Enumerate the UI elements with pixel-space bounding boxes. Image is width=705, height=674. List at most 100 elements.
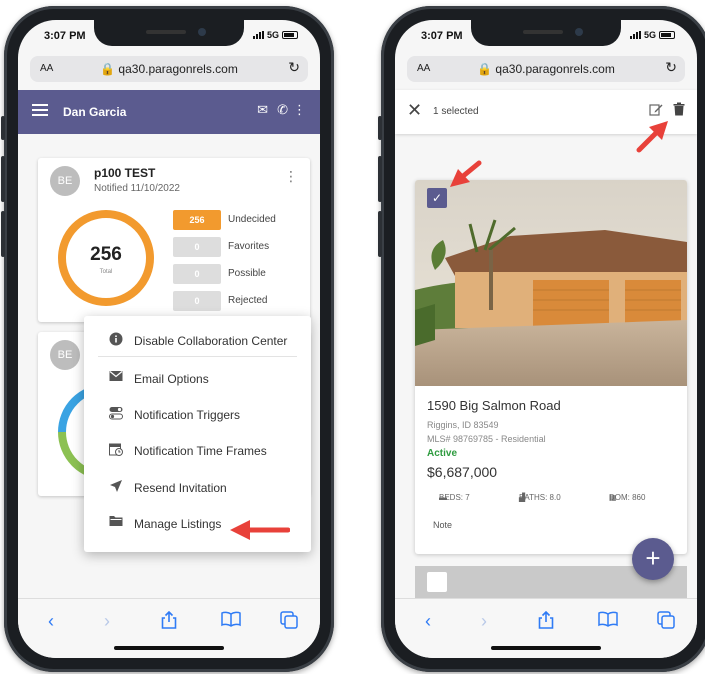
edit-note-icon[interactable] xyxy=(649,102,663,119)
annotation-arrow-checkbox xyxy=(450,160,482,187)
battery-icon xyxy=(659,31,675,39)
total-ring: 256 Total xyxy=(56,208,156,308)
tabs-icon[interactable] xyxy=(280,611,298,634)
back-icon[interactable]: ‹ xyxy=(425,611,431,632)
menu-item-disable-collaboration[interactable]: Disable Collaboration Center xyxy=(84,326,311,356)
phone-volume-down xyxy=(378,211,382,257)
listing-checkbox-2[interactable] xyxy=(427,572,447,592)
phone-left: 3:07 PM 5G AA 🔒 qa30.paragonrels.com ↻ D… xyxy=(1,6,334,672)
menu-item-label: Notification Triggers xyxy=(134,408,241,422)
tabs-icon[interactable] xyxy=(657,611,675,634)
reload-icon[interactable]: ↻ xyxy=(665,59,677,76)
share-icon[interactable] xyxy=(161,610,177,634)
listing-card[interactable]: ✓ 1590 Big Salmon Road Riggins, ID 83549… xyxy=(415,180,687,554)
annotation-arrow-manage-listings xyxy=(230,520,290,540)
listing-location: Riggins, ID 83549 xyxy=(427,420,499,430)
stat-label: Possible xyxy=(228,268,266,279)
card-title: p100 TEST xyxy=(94,166,156,180)
right-screen: 3:07 PM 5G AA 🔒 qa30.paragonrels.com ↻ ✕… xyxy=(395,20,697,658)
stat-box: 0 xyxy=(173,264,221,284)
listing-address[interactable]: 1590 Big Salmon Road xyxy=(427,398,561,413)
send-icon xyxy=(108,479,124,495)
signal-area: 5G xyxy=(252,30,298,40)
address-bar[interactable]: AA 🔒 qa30.paragonrels.com ↻ xyxy=(407,56,685,82)
stat-box: 256 xyxy=(173,210,221,230)
reload-icon[interactable]: ↻ xyxy=(288,59,300,76)
phone-icon[interactable]: ✆ xyxy=(277,102,288,118)
beds-value: BEDS: 7 xyxy=(439,493,470,502)
home-indicator xyxy=(491,646,601,650)
stat-box: 0 xyxy=(173,237,221,257)
mail-icon xyxy=(108,370,124,386)
add-fab-button[interactable]: + xyxy=(632,538,674,580)
menu-item-label: Manage Listings xyxy=(134,517,222,531)
user-name: Dan Garcia xyxy=(63,105,127,119)
menu-item-notification-triggers[interactable]: Notification Triggers xyxy=(84,400,311,430)
url-domain: qa30.paragonrels.com xyxy=(118,62,238,76)
forward-icon[interactable]: › xyxy=(481,611,487,632)
toggle-icon xyxy=(108,406,124,422)
signal-area: 5G xyxy=(629,30,675,40)
card-more-icon[interactable]: ⋮ xyxy=(284,168,298,185)
notch xyxy=(471,20,621,46)
browser-toolbar: ‹ › xyxy=(18,598,320,658)
menu-item-label: Disable Collaboration Center xyxy=(134,334,288,348)
stat-box: 0 xyxy=(173,291,221,311)
back-icon[interactable]: ‹ xyxy=(48,611,54,632)
app-header: Dan Garcia ✉ ✆ ⋮ xyxy=(18,90,320,134)
folder-icon xyxy=(108,515,124,531)
share-icon[interactable] xyxy=(538,610,554,634)
close-icon[interactable]: ✕ xyxy=(407,100,422,121)
listing-price: $6,687,000 xyxy=(427,464,498,480)
phone-mute-switch xyxy=(1,116,5,140)
phone-right: 3:07 PM 5G AA 🔒 qa30.paragonrels.com ↻ ✕… xyxy=(378,6,705,672)
listing-checkbox[interactable]: ✓ xyxy=(427,188,447,208)
home-indicator xyxy=(114,646,224,650)
url-domain: qa30.paragonrels.com xyxy=(495,62,615,76)
bookmarks-icon[interactable] xyxy=(221,611,241,632)
annotation-arrow-trash xyxy=(636,121,668,153)
signal-bars-icon xyxy=(629,31,641,39)
selected-count: 1 selected xyxy=(433,106,479,117)
baths-value: BATHS: 8.0 xyxy=(519,493,561,502)
menu-item-label: Notification Time Frames xyxy=(134,444,267,458)
mail-icon[interactable]: ✉ xyxy=(257,102,268,118)
total-label: Total xyxy=(99,269,113,275)
menu-item-notification-time-frames[interactable]: Notification Time Frames xyxy=(84,436,311,466)
avatar: BE xyxy=(50,166,80,196)
status-time: 3:07 PM xyxy=(44,30,86,42)
url-text: 🔒 qa30.paragonrels.com xyxy=(477,62,615,76)
left-screen: 3:07 PM 5G AA 🔒 qa30.paragonrels.com ↻ D… xyxy=(18,20,320,658)
total-value: 256 xyxy=(90,244,122,265)
phone-mute-switch xyxy=(378,116,382,140)
signal-bars-icon xyxy=(252,31,264,39)
note-link[interactable]: Note xyxy=(433,520,452,530)
menu-item-resend-invitation[interactable]: Resend Invitation xyxy=(84,473,311,503)
forward-icon[interactable]: › xyxy=(104,611,110,632)
stat-label: Rejected xyxy=(228,295,268,306)
status-time: 3:07 PM xyxy=(421,30,463,42)
notch xyxy=(94,20,244,46)
avatar: BE xyxy=(50,340,80,370)
menu-icon[interactable] xyxy=(32,104,48,117)
browser-toolbar: ‹ › xyxy=(395,598,697,658)
url-text: 🔒 qa30.paragonrels.com xyxy=(100,62,238,76)
phone-volume-up xyxy=(378,156,382,202)
menu-divider xyxy=(98,356,297,357)
collaboration-card: BE p100 TEST Notified 11/10/2022 ⋮ 256 T… xyxy=(38,158,310,322)
stat-label: Undecided xyxy=(228,214,276,225)
network-type: 5G xyxy=(643,30,656,40)
listing-mls: MLS# 98769785 - Residential xyxy=(427,434,546,444)
menu-item-email-options[interactable]: Email Options xyxy=(84,364,311,394)
trash-icon[interactable] xyxy=(673,102,685,119)
address-bar[interactable]: AA 🔒 qa30.paragonrels.com ↻ xyxy=(30,56,308,82)
menu-item-label: Email Options xyxy=(134,372,209,386)
listing-photo[interactable] xyxy=(415,180,687,386)
menu-item-label: Resend Invitation xyxy=(134,481,227,495)
dom-value: DOM: 860 xyxy=(609,493,646,502)
card-subtitle: Notified 11/10/2022 xyxy=(94,183,180,194)
bookmarks-icon[interactable] xyxy=(598,611,618,632)
more-vert-icon[interactable]: ⋮ xyxy=(293,102,306,118)
phone-volume-down xyxy=(1,211,5,257)
battery-icon xyxy=(282,31,298,39)
